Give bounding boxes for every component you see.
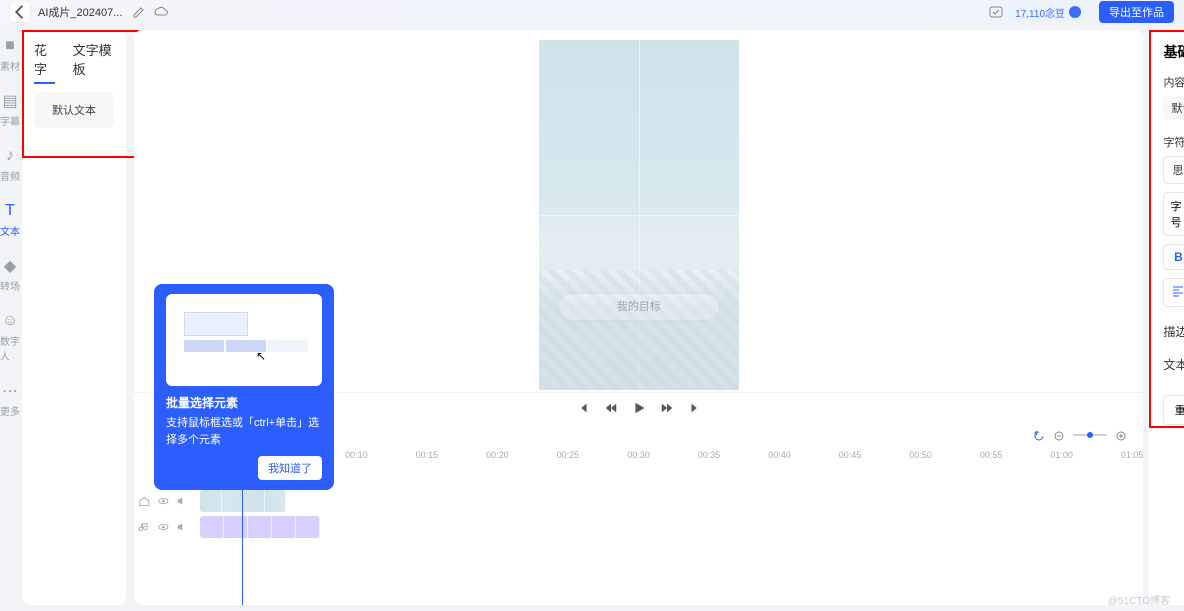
audio-clip[interactable] bbox=[200, 516, 320, 538]
home-icon[interactable] bbox=[138, 494, 151, 508]
music-icon[interactable] bbox=[138, 520, 151, 534]
library-panel: 花字 文字模板 默认文本 bbox=[22, 30, 126, 605]
rail-label: 更多 bbox=[0, 403, 20, 418]
credits-pill[interactable]: 17,110念豆 bbox=[1007, 3, 1089, 22]
text-bg-label: 文本背景 bbox=[1163, 356, 1184, 373]
material-icon: ■ bbox=[0, 36, 20, 56]
left-rail: ■ 素材 ▤ 字幕 ♪ 音频 T 文本 ◆ 转场 ☺数字人 ⋯ 更多 bbox=[0, 24, 20, 611]
ruler-tick: 00:35 bbox=[698, 450, 721, 460]
tab-flower-text[interactable]: 花字 bbox=[34, 40, 55, 84]
more-icon: ⋯ bbox=[0, 381, 20, 401]
ruler-tick: 00:55 bbox=[980, 450, 1003, 460]
export-button[interactable]: 导出至作品 bbox=[1099, 1, 1174, 23]
audio-icon: ♪ bbox=[0, 146, 20, 166]
ruler-tick: 00:30 bbox=[627, 450, 650, 460]
reset-style-button[interactable]: 重置字符样式 bbox=[1163, 395, 1184, 425]
popup-illustration: ↖ bbox=[166, 294, 322, 386]
preview-area[interactable]: 我的目标 ↖ 批量选择元素 支持鼠标框选或「ctrl+单击」选择多个元素 我知道… bbox=[134, 30, 1143, 392]
text-bg-section[interactable]: 文本背景 + bbox=[1163, 348, 1184, 381]
rail-audio[interactable]: ♪ 音频 bbox=[0, 146, 20, 183]
back-button[interactable] bbox=[10, 2, 30, 22]
volume-icon[interactable] bbox=[175, 494, 188, 508]
popup-ok-button[interactable]: 我知道了 bbox=[258, 456, 322, 480]
zoom-slider[interactable] bbox=[1073, 434, 1107, 436]
cloud-icon[interactable] bbox=[153, 4, 169, 20]
watermark: @51CTO博客 bbox=[1108, 592, 1170, 607]
ruler-tick: 00:45 bbox=[839, 450, 862, 460]
rail-transition[interactable]: ◆ 转场 bbox=[0, 256, 20, 293]
rail-label: 字幕 bbox=[0, 113, 20, 128]
text-icon: T bbox=[0, 201, 20, 221]
ruler-tick: 00:50 bbox=[909, 450, 932, 460]
project-name: AI成片_202407... bbox=[38, 4, 122, 20]
font-family-select[interactable]: 思源黑体 bbox=[1163, 156, 1184, 184]
check-icon[interactable] bbox=[988, 4, 1004, 20]
rail-label: 音频 bbox=[0, 168, 20, 183]
rewind-button[interactable] bbox=[604, 401, 618, 415]
video-clip[interactable] bbox=[200, 490, 286, 512]
rail-subtitle[interactable]: ▤ 字幕 bbox=[0, 91, 20, 128]
ruler-tick: 00:25 bbox=[557, 450, 580, 460]
forward-button[interactable] bbox=[660, 401, 674, 415]
properties-panel: 基础 内容 字符 思源黑体 字号 42 颜色 B U I 描边 + 文本背景 bbox=[1149, 30, 1184, 605]
rail-label: 数字人 bbox=[0, 333, 20, 363]
stroke-section[interactable]: 描边 + bbox=[1163, 315, 1184, 348]
play-button[interactable] bbox=[632, 401, 646, 415]
ruler-tick: 00:10 bbox=[345, 450, 368, 460]
stroke-label: 描边 bbox=[1163, 323, 1184, 340]
font-family-value: 思源黑体 bbox=[1172, 162, 1184, 178]
credits-text: 17,110念豆 bbox=[1015, 5, 1065, 20]
tip-popup: ↖ 批量选择元素 支持鼠标框选或「ctrl+单击」选择多个元素 我知道了 bbox=[154, 284, 334, 490]
ruler-tick: 00:15 bbox=[416, 450, 439, 460]
ruler-tick: 01:05 bbox=[1121, 450, 1144, 460]
popup-title: 批量选择元素 bbox=[166, 394, 322, 411]
tab-text-template[interactable]: 文字模板 bbox=[73, 40, 114, 84]
rail-material[interactable]: ■ 素材 bbox=[0, 36, 20, 73]
rail-avatar[interactable]: ☺数字人 bbox=[0, 311, 20, 363]
transition-icon: ◆ bbox=[0, 256, 20, 276]
popup-desc: 支持鼠标框选或「ctrl+单击」选择多个元素 bbox=[166, 415, 322, 448]
ruler-tick: 00:40 bbox=[768, 450, 791, 460]
ruler-tick: 01:00 bbox=[1050, 450, 1073, 460]
content-label: 内容 bbox=[1163, 74, 1184, 90]
align-left-button[interactable] bbox=[1164, 279, 1184, 306]
prev-frame-button[interactable] bbox=[576, 401, 590, 415]
goal-text-element[interactable]: 我的目标 bbox=[559, 294, 719, 320]
next-frame-button[interactable] bbox=[688, 401, 702, 415]
eye-icon[interactable] bbox=[157, 494, 170, 508]
zoom-out-button[interactable] bbox=[1053, 429, 1065, 441]
edit-icon[interactable] bbox=[131, 4, 147, 20]
undo-icon[interactable] bbox=[1033, 429, 1045, 441]
font-size-label-box: 字号 bbox=[1163, 192, 1184, 236]
rail-label: 文本 bbox=[0, 223, 20, 238]
canvas-pane: 我的目标 ↖ 批量选择元素 支持鼠标框选或「ctrl+单击」选择多个元素 我知道… bbox=[134, 30, 1143, 605]
eye-icon[interactable] bbox=[157, 520, 170, 534]
subtitle-icon: ▤ bbox=[0, 91, 20, 111]
rail-label: 转场 bbox=[0, 278, 20, 293]
char-label: 字符 bbox=[1163, 134, 1184, 150]
avatar-icon: ☺ bbox=[0, 311, 20, 331]
rail-text[interactable]: T 文本 bbox=[0, 201, 20, 238]
credit-icon bbox=[1069, 6, 1081, 18]
preview-canvas[interactable]: 我的目标 bbox=[539, 40, 739, 390]
content-input[interactable] bbox=[1163, 96, 1184, 120]
zoom-in-button[interactable] bbox=[1115, 429, 1127, 441]
volume-icon[interactable] bbox=[175, 520, 188, 534]
default-text-card[interactable]: 默认文本 bbox=[34, 92, 114, 128]
ruler-tick: 00:20 bbox=[486, 450, 509, 460]
rail-label: 素材 bbox=[0, 58, 20, 73]
props-title: 基础 bbox=[1163, 42, 1184, 62]
bold-button[interactable]: B bbox=[1164, 245, 1184, 269]
rail-more[interactable]: ⋯ 更多 bbox=[0, 381, 20, 418]
cursor-icon: ↖ bbox=[256, 349, 266, 363]
